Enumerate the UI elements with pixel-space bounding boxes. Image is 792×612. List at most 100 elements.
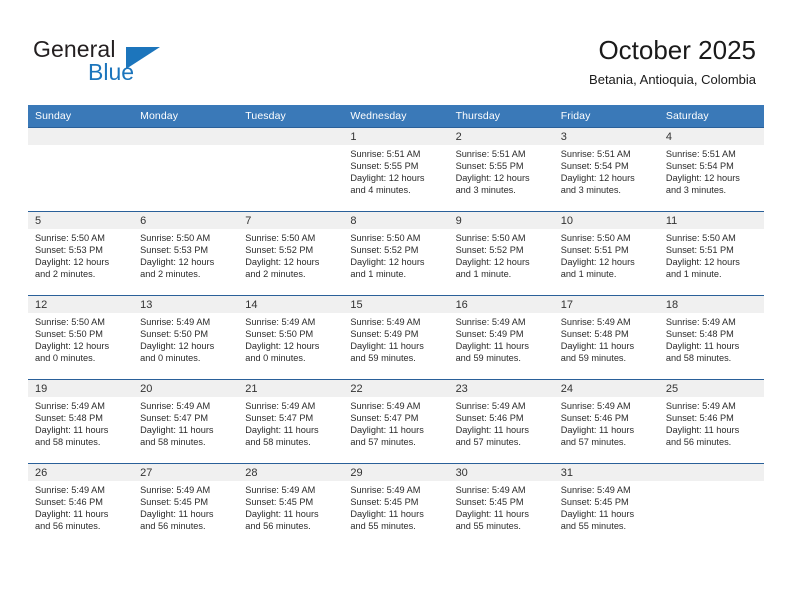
day-details: Sunrise: 5:49 AM Sunset: 5:47 PM Daylight:… [343,397,448,448]
weekday-header-saturday: Saturday [658,105,764,128]
day-number [238,128,344,145]
sunrise-time: Sunrise: 5:49 AM [455,485,526,495]
daylight-duration-line1: Daylight: 11 hours [245,509,319,520]
weekday-header-wednesday: Wednesday [343,105,449,128]
day-details: Sunrise: 5:50 AM Sunset: 5:52 PM Daylight:… [238,229,343,280]
calendar-body: 1 Sunrise: 5:51 AM Sunset: 5:55 PM Daylight… [28,127,764,547]
daylight-duration-line2: and 0 minutes. [35,353,96,364]
sunset-time: Sunset: 5:51 PM [665,245,734,256]
calendar-day-cell[interactable]: 25 Sunrise: 5:49 AM Sunset: 5:46 PM Dayligh… [658,379,764,464]
calendar-day-cell[interactable]: 15 Sunrise: 5:49 AM Sunset: 5:49 PM Dayligh… [343,295,449,380]
day-number: 5 [28,212,134,229]
day-number: 20 [133,380,239,397]
calendar-day-cell[interactable]: 6 Sunrise: 5:50 AM Sunset: 5:53 PM Daylight… [133,211,239,296]
calendar-day-cell[interactable]: 7 Sunrise: 5:50 AM Sunset: 5:52 PM Daylight… [238,211,344,296]
calendar-header-row: Sunday Monday Tuesday Wednesday Thursday… [28,105,764,128]
sunrise-time: Sunrise: 5:49 AM [665,317,736,327]
calendar-day-cell[interactable]: 12 Sunrise: 5:50 AM Sunset: 5:50 PM Dayligh… [28,295,134,380]
day-number: 22 [343,380,449,397]
daylight-duration-line1: Daylight: 12 hours [35,257,110,268]
sunset-time: Sunset: 5:46 PM [455,413,524,424]
calendar-day-cell[interactable]: 17 Sunrise: 5:49 AM Sunset: 5:48 PM Dayligh… [553,295,659,380]
calendar-day-cell[interactable]: 13 Sunrise: 5:49 AM Sunset: 5:50 PM Dayligh… [133,295,239,380]
daylight-duration-line2: and 57 minutes. [560,437,627,448]
daylight-duration-line1: Daylight: 11 hours [140,509,214,520]
sunrise-time: Sunrise: 5:50 AM [560,233,631,243]
sunrise-time: Sunrise: 5:51 AM [560,149,631,159]
general-blue-logo[interactable]: General Blue [33,36,213,86]
daylight-duration-line1: Daylight: 12 hours [245,341,320,352]
calendar-day-cell[interactable]: 29 Sunrise: 5:49 AM Sunset: 5:45 PM Dayligh… [343,463,449,547]
daylight-duration-line2: and 55 minutes. [455,521,521,532]
sunrise-time: Sunrise: 5:51 AM [665,149,736,159]
day-number: 9 [448,212,554,229]
calendar-day-cell[interactable]: 22 Sunrise: 5:49 AM Sunset: 5:47 PM Dayligh… [343,379,449,464]
calendar-day-cell[interactable]: 10 Sunrise: 5:50 AM Sunset: 5:51 PM Dayligh… [553,211,659,296]
day-number: 24 [553,380,659,397]
daylight-duration-line1: Daylight: 11 hours [35,425,109,436]
day-details: Sunrise: 5:49 AM Sunset: 5:46 PM Daylight:… [28,481,133,532]
day-details: Sunrise: 5:51 AM Sunset: 5:55 PM Daylight:… [343,145,448,196]
calendar-day-cell[interactable]: 27 Sunrise: 5:49 AM Sunset: 5:45 PM Dayligh… [133,463,239,547]
daylight-duration-line1: Daylight: 12 hours [665,257,740,268]
sunset-time: Sunset: 5:50 PM [140,329,209,340]
calendar-day-cell[interactable]: 18 Sunrise: 5:49 AM Sunset: 5:48 PM Dayligh… [658,295,764,380]
daylight-duration-line1: Daylight: 12 hours [455,257,530,268]
day-number: 8 [343,212,449,229]
sunset-time: Sunset: 5:50 PM [35,329,103,340]
calendar-day-cell-empty [238,127,344,212]
sunset-time: Sunset: 5:47 PM [350,413,419,424]
calendar-day-cell[interactable]: 21 Sunrise: 5:49 AM Sunset: 5:47 PM Dayligh… [238,379,344,464]
calendar-day-cell[interactable]: 11 Sunrise: 5:50 AM Sunset: 5:51 PM Dayligh… [658,211,764,296]
calendar-day-cell[interactable]: 20 Sunrise: 5:49 AM Sunset: 5:47 PM Dayligh… [133,379,239,464]
calendar-day-cell[interactable]: 3 Sunrise: 5:51 AM Sunset: 5:54 PM Daylight… [553,127,659,212]
calendar-day-cell[interactable]: 26 Sunrise: 5:49 AM Sunset: 5:46 PM Dayligh… [28,463,134,547]
day-number: 3 [553,128,659,145]
calendar-day-cell[interactable]: 4 Sunrise: 5:51 AM Sunset: 5:54 PM Daylight… [658,127,764,212]
day-number: 29 [343,464,449,481]
calendar-day-cell[interactable]: 1 Sunrise: 5:51 AM Sunset: 5:55 PM Daylight… [343,127,449,212]
title-block: October 2025 Betania, Antioquia, Colombi… [589,34,756,89]
day-details: Sunrise: 5:49 AM Sunset: 5:50 PM Daylight:… [238,313,343,364]
weekday-header-monday: Monday [133,105,239,128]
daylight-duration-line2: and 56 minutes. [140,521,206,532]
day-details [659,481,764,484]
daylight-duration-line1: Daylight: 12 hours [350,257,425,268]
day-number: 18 [658,296,764,313]
day-details [28,145,133,148]
sunrise-time: Sunrise: 5:49 AM [245,317,316,327]
day-number: 12 [28,296,134,313]
calendar-day-cell[interactable]: 2 Sunrise: 5:51 AM Sunset: 5:55 PM Daylight… [448,127,554,212]
day-number: 21 [238,380,344,397]
sunrise-time: Sunrise: 5:49 AM [140,485,211,495]
daylight-duration-line2: and 57 minutes. [350,437,416,448]
daylight-duration-line2: and 55 minutes. [350,521,416,532]
day-details: Sunrise: 5:49 AM Sunset: 5:50 PM Daylight:… [133,313,238,364]
calendar-day-cell[interactable]: 23 Sunrise: 5:49 AM Sunset: 5:46 PM Dayligh… [448,379,554,464]
calendar-day-cell[interactable]: 31 Sunrise: 5:49 AM Sunset: 5:45 PM Dayligh… [553,463,659,547]
daylight-duration-line2: and 1 minute. [560,269,617,280]
calendar-day-cell[interactable]: 5 Sunrise: 5:50 AM Sunset: 5:53 PM Daylight… [28,211,134,296]
sunset-time: Sunset: 5:52 PM [455,245,524,256]
sunset-time: Sunset: 5:53 PM [140,245,209,256]
day-details: Sunrise: 5:49 AM Sunset: 5:45 PM Daylight:… [238,481,343,532]
day-details: Sunrise: 5:51 AM Sunset: 5:54 PM Daylight:… [659,145,764,196]
daylight-duration-line1: Daylight: 12 hours [35,341,110,352]
calendar-day-cell[interactable]: 19 Sunrise: 5:49 AM Sunset: 5:48 PM Dayligh… [28,379,134,464]
day-details: Sunrise: 5:49 AM Sunset: 5:46 PM Daylight:… [659,397,764,448]
day-details: Sunrise: 5:49 AM Sunset: 5:47 PM Daylight:… [133,397,238,448]
day-details: Sunrise: 5:51 AM Sunset: 5:54 PM Daylight:… [554,145,659,196]
calendar-day-cell[interactable]: 8 Sunrise: 5:50 AM Sunset: 5:52 PM Daylight… [343,211,449,296]
calendar-day-cell[interactable]: 24 Sunrise: 5:49 AM Sunset: 5:46 PM Dayligh… [553,379,659,464]
daylight-duration-line2: and 58 minutes. [140,437,206,448]
calendar-day-cell[interactable]: 14 Sunrise: 5:49 AM Sunset: 5:50 PM Dayligh… [238,295,344,380]
day-number: 14 [238,296,344,313]
daylight-duration-line1: Daylight: 12 hours [140,341,215,352]
calendar-day-cell[interactable]: 9 Sunrise: 5:50 AM Sunset: 5:52 PM Daylight… [448,211,554,296]
weekday-header-tuesday: Tuesday [238,105,344,128]
calendar-day-cell[interactable]: 30 Sunrise: 5:49 AM Sunset: 5:45 PM Dayligh… [448,463,554,547]
calendar-day-cell[interactable]: 16 Sunrise: 5:49 AM Sunset: 5:49 PM Dayligh… [448,295,554,380]
sunrise-time: Sunrise: 5:49 AM [560,485,631,495]
calendar-day-cell[interactable]: 28 Sunrise: 5:49 AM Sunset: 5:45 PM Dayligh… [238,463,344,547]
sunrise-time: Sunrise: 5:49 AM [455,401,526,411]
